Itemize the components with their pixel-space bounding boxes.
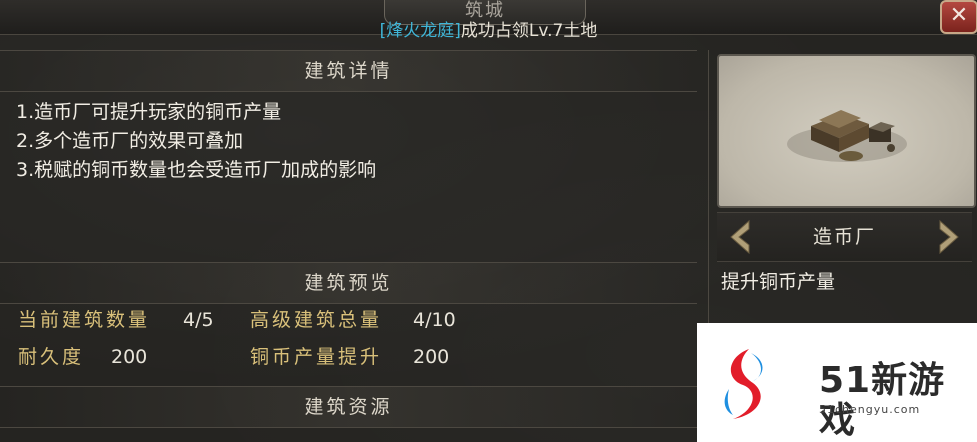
stat-value: 4/5 [183, 309, 214, 331]
close-icon: ✕ [949, 3, 969, 28]
notice-text: 成功占领Lv.7土地 [460, 21, 598, 41]
next-building-button[interactable] [934, 219, 964, 255]
stat-label: 高级建筑总量 [250, 309, 383, 331]
resources-header-label: 建筑资源 [304, 396, 393, 418]
building-info-panel: 建筑详情 1.造币厂可提升玩家的铜币产量 2.多个造币厂的效果可叠加 3.税赋的… [0, 50, 697, 442]
stat-durability: 耐久度 200 [18, 345, 238, 369]
stat-copper-boost: 铜币产量提升 200 [250, 345, 490, 369]
mint-building-icon [787, 110, 907, 162]
brand-url: 51chengyu.com [819, 403, 921, 416]
details-header: 建筑详情 [0, 50, 697, 92]
stat-label: 铜币产量提升 [250, 346, 383, 368]
occupation-notice: [烽火龙庭]成功占领Lv.7土地 [0, 20, 977, 42]
building-name-bar: 造币厂 [717, 212, 972, 262]
stat-advanced-total: 高级建筑总量 4/10 [250, 308, 490, 332]
stat-value: 200 [111, 346, 148, 368]
detail-line: 3.税赋的铜币数量也会受造币厂加成的影响 [16, 159, 377, 181]
brand-name: 51新游戏 [819, 360, 946, 441]
resources-header: 建筑资源 [0, 386, 697, 428]
stat-value: 200 [413, 346, 450, 368]
detail-line: 2.多个造币厂的效果可叠加 [16, 130, 244, 152]
alliance-name[interactable]: [烽火龙庭] [380, 21, 461, 41]
stat-current-count: 当前建筑数量 4/5 [18, 308, 238, 332]
close-button[interactable]: ✕ [940, 0, 977, 34]
building-description: 提升铜币产量 [721, 271, 836, 293]
game-window: 筑城 [烽火龙庭]成功占领Lv.7土地 ✕ 建筑详情 1.造币厂可提升玩家的铜币… [0, 0, 977, 442]
stat-label: 当前建筑数量 [18, 309, 151, 331]
title-bar: 筑城 [烽火龙庭]成功占领Lv.7土地 ✕ [0, 0, 977, 41]
details-list: 1.造币厂可提升玩家的铜币产量 2.多个造币厂的效果可叠加 3.税赋的铜币数量也… [16, 98, 376, 185]
stat-label: 耐久度 [18, 346, 85, 368]
details-header-label: 建筑详情 [304, 60, 393, 82]
building-preview-image [717, 54, 976, 208]
detail-line: 1.造币厂可提升玩家的铜币产量 [16, 101, 282, 123]
preview-header-label: 建筑预览 [304, 272, 393, 294]
site-watermark: 51新游戏 51chengyu.com [697, 323, 977, 442]
brand-logo-icon [724, 349, 763, 419]
preview-header: 建筑预览 [0, 262, 697, 304]
stat-value: 4/10 [413, 309, 456, 331]
